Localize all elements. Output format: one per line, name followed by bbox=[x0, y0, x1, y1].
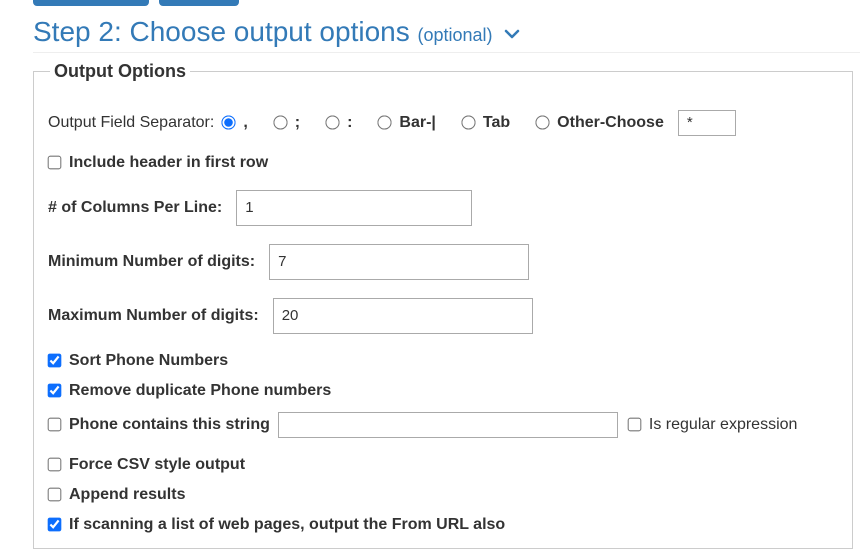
step-title[interactable]: Step 2: Choose output options (optional) bbox=[33, 14, 860, 53]
include-header-checkbox[interactable] bbox=[48, 156, 62, 170]
sep-label-tab: Tab bbox=[483, 114, 510, 132]
max-digits-label: Maximum Number of digits: bbox=[48, 307, 259, 325]
contains-input[interactable] bbox=[278, 412, 618, 438]
btn-stub-2[interactable] bbox=[159, 0, 239, 6]
top-button-row bbox=[0, 0, 860, 10]
force-csv-checkbox[interactable] bbox=[48, 458, 62, 472]
is-regex-checkbox[interactable] bbox=[628, 418, 642, 432]
from-url-label: If scanning a list of web pages, output … bbox=[69, 516, 505, 534]
is-regex-label: Is regular expression bbox=[649, 416, 798, 434]
sep-radio-tab[interactable] bbox=[461, 116, 475, 130]
columns-label: # of Columns Per Line: bbox=[48, 199, 222, 217]
contains-checkbox[interactable] bbox=[48, 418, 62, 432]
append-label: Append results bbox=[69, 486, 185, 504]
append-checkbox[interactable] bbox=[48, 488, 62, 502]
sort-phones-label: Sort Phone Numbers bbox=[69, 352, 228, 370]
sep-label-bar: Bar-| bbox=[399, 114, 435, 132]
max-digits-input[interactable] bbox=[273, 298, 533, 334]
from-url-checkbox[interactable] bbox=[48, 518, 62, 532]
include-header-label: Include header in first row bbox=[69, 154, 268, 172]
step-title-text: Step 2: Choose output options bbox=[33, 16, 410, 47]
sort-phones-row: Sort Phone Numbers bbox=[48, 352, 838, 370]
columns-row: # of Columns Per Line: bbox=[48, 190, 838, 226]
btn-stub-1[interactable] bbox=[33, 0, 149, 6]
force-csv-row: Force CSV style output bbox=[48, 456, 838, 474]
append-row: Append results bbox=[48, 486, 838, 504]
step-title-optional: (optional) bbox=[418, 25, 493, 45]
force-csv-label: Force CSV style output bbox=[69, 456, 245, 474]
min-digits-label: Minimum Number of digits: bbox=[48, 253, 255, 271]
from-url-row: If scanning a list of web pages, output … bbox=[48, 516, 838, 534]
output-options-legend: Output Options bbox=[50, 61, 190, 82]
contains-label: Phone contains this string bbox=[69, 416, 270, 434]
min-digits-row: Minimum Number of digits: bbox=[48, 244, 838, 280]
sep-label-semi: ; bbox=[295, 114, 300, 132]
sep-label-other: Other-Choose bbox=[557, 114, 664, 132]
separator-row: Output Field Separator: , ; : Bar-| Tab … bbox=[48, 110, 838, 136]
sep-radio-bar[interactable] bbox=[378, 116, 392, 130]
remove-dup-label: Remove duplicate Phone numbers bbox=[69, 382, 331, 400]
sort-phones-checkbox[interactable] bbox=[48, 354, 62, 368]
sep-radio-comma[interactable] bbox=[222, 116, 236, 130]
output-options-fieldset: Output Options Output Field Separator: ,… bbox=[33, 61, 853, 549]
remove-dup-checkbox[interactable] bbox=[48, 384, 62, 398]
sep-other-input[interactable] bbox=[678, 110, 736, 136]
min-digits-input[interactable] bbox=[269, 244, 529, 280]
max-digits-row: Maximum Number of digits: bbox=[48, 298, 838, 334]
chevron-down-icon bbox=[504, 15, 520, 51]
include-header-row: Include header in first row bbox=[48, 154, 838, 172]
remove-dup-row: Remove duplicate Phone numbers bbox=[48, 382, 838, 400]
columns-input[interactable] bbox=[236, 190, 472, 226]
sep-label-colon: : bbox=[347, 114, 352, 132]
sep-radio-other[interactable] bbox=[536, 116, 550, 130]
separator-label: Output Field Separator: bbox=[48, 114, 214, 132]
sep-radio-colon[interactable] bbox=[325, 116, 339, 130]
sep-label-comma: , bbox=[243, 114, 247, 132]
sep-radio-semi[interactable] bbox=[273, 116, 287, 130]
contains-row: Phone contains this string Is regular ex… bbox=[48, 412, 838, 438]
